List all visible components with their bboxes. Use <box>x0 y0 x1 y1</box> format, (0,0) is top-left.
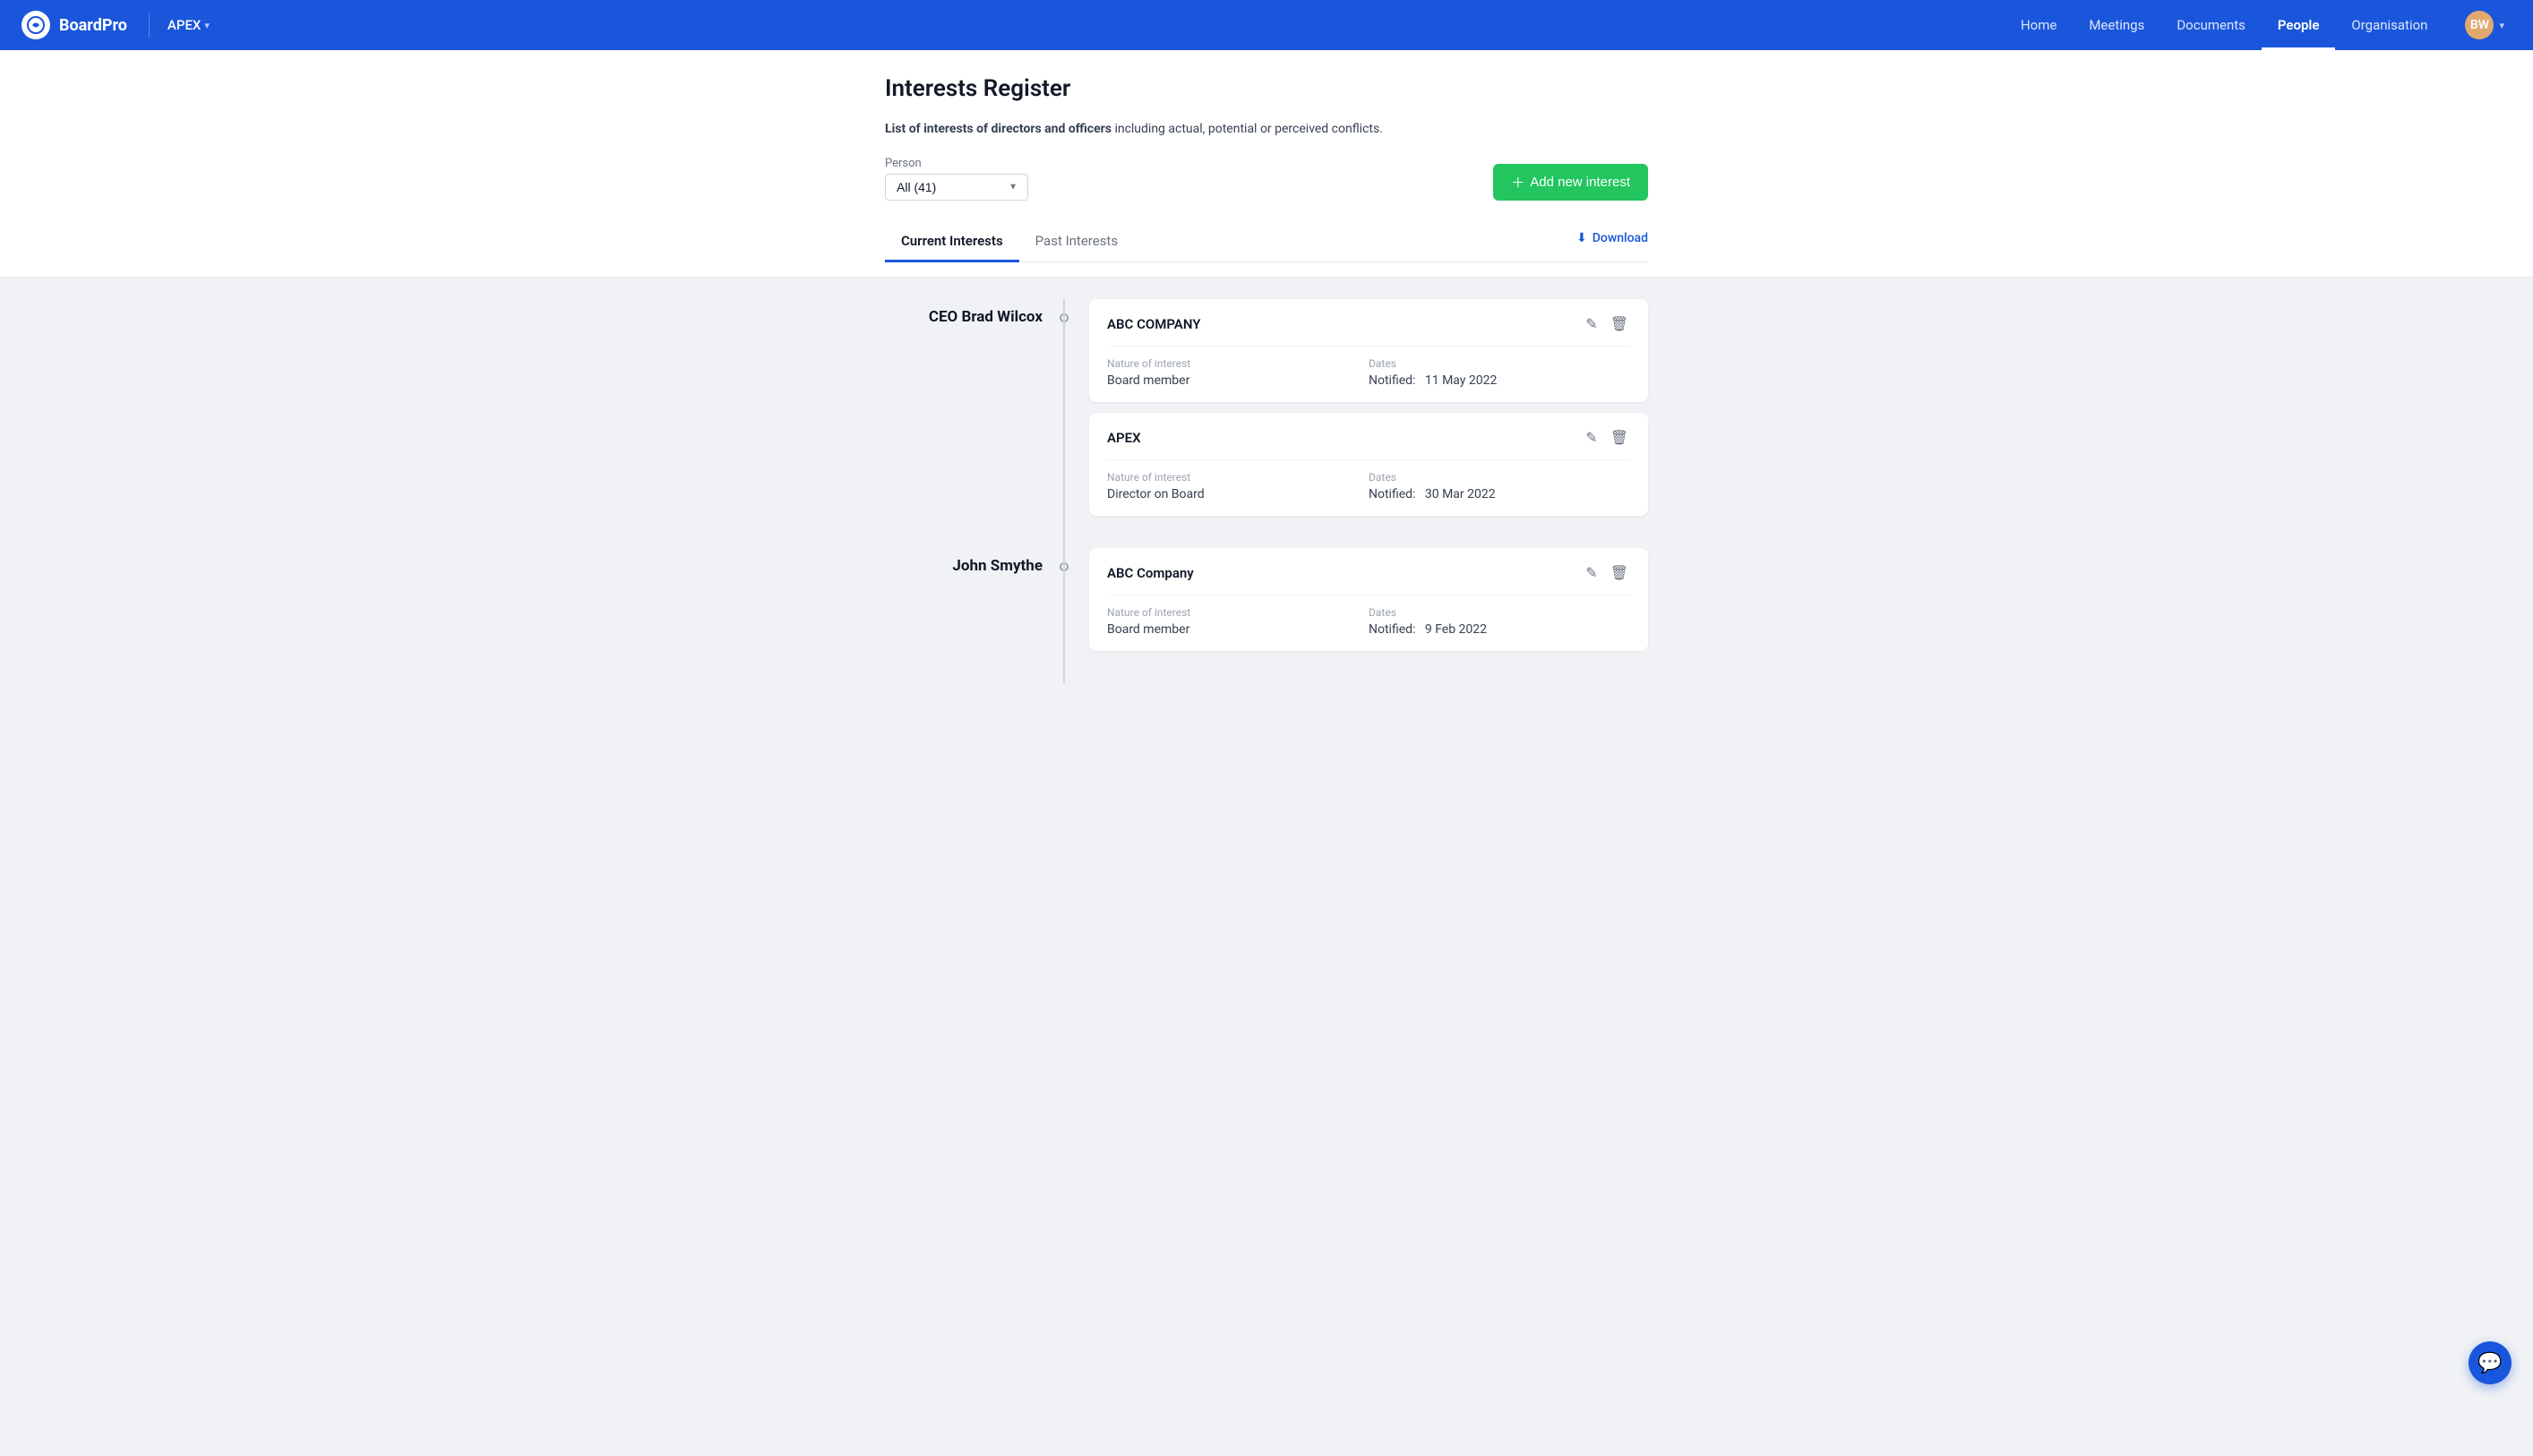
notified-value-john-abc: Notified: 9 Feb 2022 <box>1369 622 1630 637</box>
nature-field: Nature of interest Board member <box>1107 357 1369 388</box>
filters-row: Person All (41) ＋ Add new interest <box>885 157 1648 201</box>
card-header: ABC COMPANY ✎ 🗑 <box>1107 313 1630 347</box>
download-icon: ⬇ <box>1576 231 1587 245</box>
person-name-ceo: CEO Brad Wilcox <box>929 308 1043 326</box>
delete-button[interactable]: 🗑 <box>1609 313 1630 335</box>
page-description: List of interests of directors and offic… <box>885 120 1648 139</box>
nature-label-john-abc: Nature of interest <box>1107 606 1369 619</box>
brand-logo-area[interactable]: BoardPro <box>21 11 127 39</box>
notified-label-john-abc: Notified: <box>1369 622 1415 637</box>
user-chevron-icon: ▾ <box>2499 20 2504 31</box>
dates-label-john-abc: Dates <box>1369 606 1630 619</box>
nav-home[interactable]: Home <box>2005 0 2073 50</box>
add-interest-button[interactable]: ＋ Add new interest <box>1493 164 1648 201</box>
company-name-john-abc: ABC Company <box>1107 565 1194 581</box>
notified-value: Notified: 11 May 2022 <box>1369 373 1630 388</box>
person-block-john-smythe: John Smythe ABC Company ✎ 🗑 Nature of in… <box>885 548 1648 651</box>
edit-button-john-abc[interactable]: ✎ <box>1584 562 1599 584</box>
interest-card-abc-company: ABC COMPANY ✎ 🗑 Nature of interest Board… <box>1089 299 1648 402</box>
nature-field-john-abc: Nature of interest Board member <box>1107 606 1369 637</box>
download-label: Download <box>1593 231 1648 245</box>
download-button[interactable]: ⬇ Download <box>1576 231 1648 253</box>
nav-documents[interactable]: Documents <box>2160 0 2262 50</box>
tab-current-interests[interactable]: Current Interests <box>885 222 1019 262</box>
card-header-john-abc: ABC Company ✎ 🗑 <box>1107 562 1630 595</box>
card-header-apex: APEX ✎ 🗑 <box>1107 427 1630 460</box>
org-chevron-icon: ▾ <box>204 20 210 31</box>
dates-label: Dates <box>1369 357 1630 370</box>
notified-label-apex: Notified: <box>1369 487 1415 501</box>
nature-value-john-abc: Board member <box>1107 622 1369 637</box>
nav-meetings[interactable]: Meetings <box>2073 0 2160 50</box>
delete-button-apex[interactable]: 🗑 <box>1609 427 1630 449</box>
register-inner: CEO Brad Wilcox ABC COMPANY ✎ 🗑 Nature o… <box>863 299 1670 651</box>
nav-people[interactable]: People <box>2262 0 2336 50</box>
chat-button[interactable]: 💬 <box>2469 1341 2512 1384</box>
dates-field: Dates Notified: 11 May 2022 <box>1369 357 1630 388</box>
tabs-row: Current Interests Past Interests ⬇ Downl… <box>885 222 1648 262</box>
org-selector[interactable]: APEX ▾ <box>167 17 210 33</box>
nature-value: Board member <box>1107 373 1369 388</box>
card-body-apex: Nature of interest Director on Board Dat… <box>1107 471 1630 501</box>
org-name: APEX <box>167 17 201 33</box>
person-block-ceo-brad-wilcox: CEO Brad Wilcox ABC COMPANY ✎ 🗑 Nature o… <box>885 299 1648 516</box>
company-name-apex: APEX <box>1107 430 1141 446</box>
add-interest-label: Add new interest <box>1530 175 1630 190</box>
card-actions: ✎ 🗑 <box>1584 313 1630 335</box>
plus-icon: ＋ <box>1511 173 1524 192</box>
description-rest: including actual, potential or perceived… <box>1112 122 1383 136</box>
page-header: Interests Register List of interests of … <box>0 50 2533 278</box>
person-label-col-john: John Smythe <box>885 548 1064 651</box>
person-cards-col-john: ABC Company ✎ 🗑 Nature of interest Board… <box>1064 548 1648 651</box>
timeline-line-john <box>1063 548 1065 683</box>
person-select-wrapper[interactable]: All (41) <box>885 174 1028 201</box>
navbar: BoardPro APEX ▾ Home Meetings Documents … <box>0 0 2533 50</box>
chat-icon: 💬 <box>2477 1352 2502 1375</box>
dates-field-apex: Dates Notified: 30 Mar 2022 <box>1369 471 1630 501</box>
person-filter-group: Person All (41) <box>885 157 1028 201</box>
user-avatar-area[interactable]: BW ▾ <box>2443 11 2512 39</box>
notified-date-apex: 30 Mar 2022 <box>1425 487 1496 501</box>
edit-button-apex[interactable]: ✎ <box>1584 427 1599 449</box>
description-bold: List of interests of directors and offic… <box>885 122 1112 136</box>
card-actions-john-abc: ✎ 🗑 <box>1584 562 1630 584</box>
notified-label: Notified: <box>1369 373 1415 388</box>
person-label-col: CEO Brad Wilcox <box>885 299 1064 516</box>
interest-card-john-abc: ABC Company ✎ 🗑 Nature of interest Board… <box>1089 548 1648 651</box>
boardpro-logo <box>21 11 50 39</box>
nature-label-apex: Nature of interest <box>1107 471 1369 484</box>
notified-date-john-abc: 9 Feb 2022 <box>1425 622 1487 637</box>
person-name-john: John Smythe <box>952 557 1043 575</box>
person-select[interactable]: All (41) <box>885 174 1028 201</box>
nature-label: Nature of interest <box>1107 357 1369 370</box>
tab-past-interests[interactable]: Past Interests <box>1019 222 1134 262</box>
company-name: ABC COMPANY <box>1107 316 1200 332</box>
nature-field-apex: Nature of interest Director on Board <box>1107 471 1369 501</box>
card-body: Nature of interest Board member Dates No… <box>1107 357 1630 388</box>
card-actions-apex: ✎ 🗑 <box>1584 427 1630 449</box>
dates-label-apex: Dates <box>1369 471 1630 484</box>
card-body-john-abc: Nature of interest Board member Dates No… <box>1107 606 1630 637</box>
interest-card-apex: APEX ✎ 🗑 Nature of interest Director on … <box>1089 413 1648 516</box>
nature-value-apex: Director on Board <box>1107 487 1369 501</box>
person-filter-label: Person <box>885 157 1028 170</box>
page-title: Interests Register <box>885 75 1648 102</box>
timeline-line <box>1063 299 1065 548</box>
brand-name: BoardPro <box>59 16 127 35</box>
nav-organisation[interactable]: Organisation <box>2335 0 2443 50</box>
navbar-divider <box>149 13 150 38</box>
notified-value-apex: Notified: 30 Mar 2022 <box>1369 487 1630 501</box>
notified-date: 11 May 2022 <box>1425 373 1498 388</box>
person-cards-col-ceo: ABC COMPANY ✎ 🗑 Nature of interest Board… <box>1064 299 1648 516</box>
user-avatar: BW <box>2465 11 2494 39</box>
main-nav: Home Meetings Documents People Organisat… <box>2005 0 2512 50</box>
register-content: CEO Brad Wilcox ABC COMPANY ✎ 🗑 Nature o… <box>0 278 2533 705</box>
dates-field-john-abc: Dates Notified: 9 Feb 2022 <box>1369 606 1630 637</box>
delete-button-john-abc[interactable]: 🗑 <box>1609 562 1630 584</box>
edit-button[interactable]: ✎ <box>1584 313 1599 335</box>
